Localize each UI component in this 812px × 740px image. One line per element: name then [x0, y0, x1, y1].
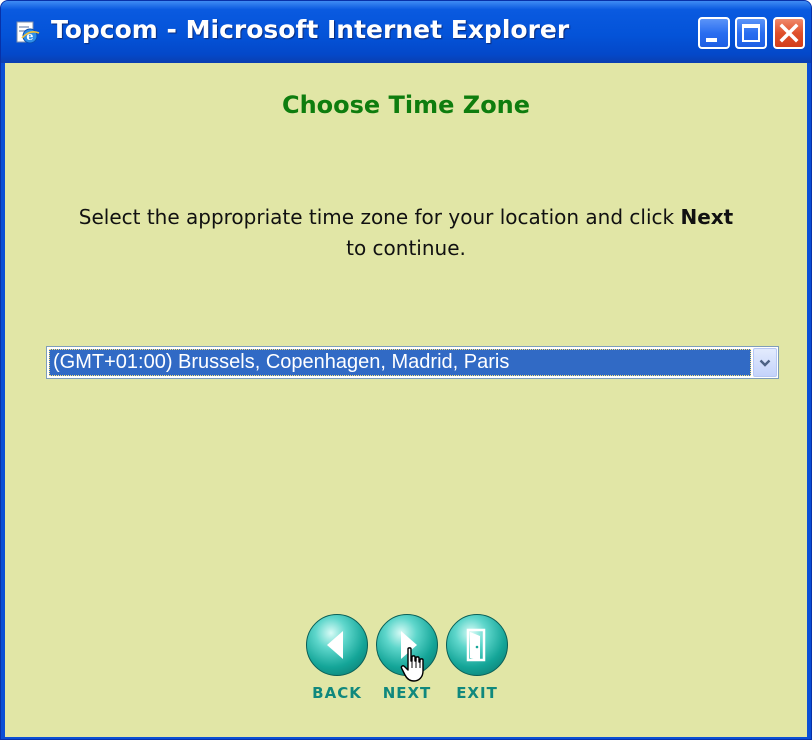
maximize-icon: [742, 24, 760, 42]
hand-pointer-icon: [400, 647, 424, 682]
arrow-left-icon: [327, 631, 343, 659]
next-label: NEXT: [382, 684, 432, 702]
dropdown-button[interactable]: [753, 348, 777, 377]
back-button[interactable]: BACK: [306, 614, 368, 702]
close-button[interactable]: [773, 17, 805, 49]
exit-door-icon: [466, 628, 486, 662]
exit-label: EXIT: [456, 684, 498, 702]
ie-page-icon: e: [14, 21, 40, 45]
title-bar[interactable]: e Topcom - Microsoft Internet Explorer: [1, 1, 811, 63]
window-title: Topcom - Microsoft Internet Explorer: [51, 15, 570, 44]
exit-button[interactable]: EXIT: [446, 614, 508, 702]
chevron-down-icon: [759, 359, 771, 367]
page-title: Choose Time Zone: [281, 91, 531, 119]
back-circle: [306, 614, 368, 676]
page-content: Choose Time Zone Select the appropriate …: [5, 63, 807, 737]
close-icon: [779, 23, 799, 43]
back-label: BACK: [312, 684, 362, 702]
instruction-text-start: Select the appropriate time zone for you…: [78, 205, 681, 229]
exit-circle: [446, 614, 508, 676]
timezone-selected-value: (GMT+01:00) Brussels, Copenhagen, Madrid…: [49, 349, 751, 376]
maximize-button[interactable]: [735, 17, 767, 49]
instruction-text-end: to continue.: [346, 236, 466, 260]
timezone-select[interactable]: (GMT+01:00) Brussels, Copenhagen, Madrid…: [46, 346, 779, 379]
browser-window: e Topcom - Microsoft Internet Explorer C…: [0, 0, 812, 740]
instruction-text: Select the appropriate time zone for you…: [17, 202, 795, 264]
minimize-icon: [706, 38, 717, 42]
instruction-next-emphasis: Next: [680, 205, 734, 229]
minimize-button[interactable]: [698, 17, 730, 49]
